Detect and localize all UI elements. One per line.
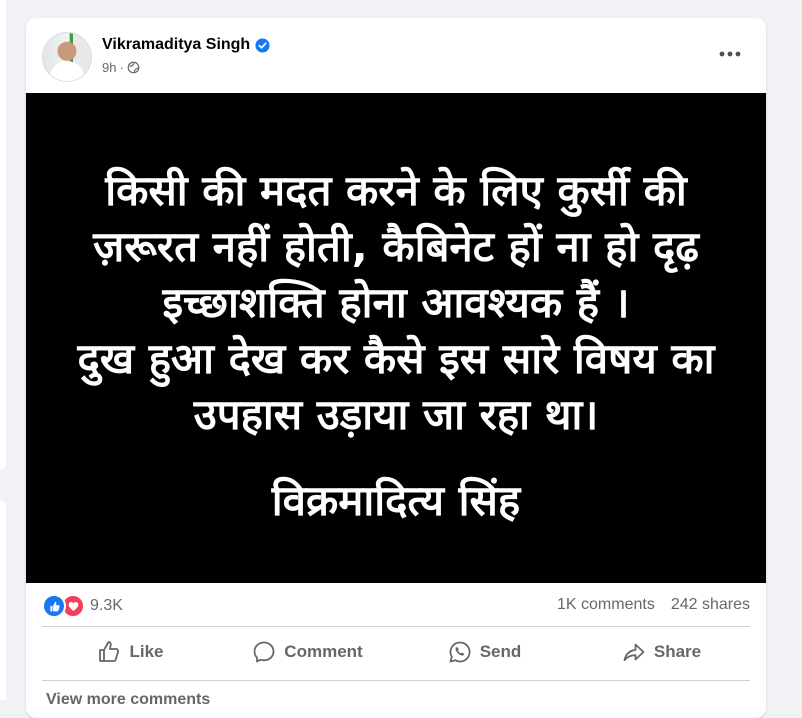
whatsapp-icon (449, 641, 471, 663)
sidebar-edge-top (0, 0, 6, 470)
left-sidebar-edge (0, 0, 8, 700)
quote-signature: विक्रमादित्य सिंह (271, 476, 521, 525)
engagement-counts: 1K comments 242 shares (557, 596, 750, 614)
post-card: Vikramaditya Singh 9h · किसी की मदत करने (26, 18, 766, 718)
like-button[interactable]: Like (42, 630, 219, 674)
quote-line: ज़रूरत नहीं होती, कैबिनेट हों ना हो दृढ़ (93, 222, 699, 271)
divider (42, 626, 750, 627)
reaction-count: 9.3K (90, 597, 123, 614)
author-avatar[interactable] (42, 32, 92, 82)
quote-line: इच्छाशक्ति होना आवश्यक हैं । (162, 278, 630, 327)
comment-bubble-icon (253, 641, 275, 663)
comments-count[interactable]: 1K comments (557, 596, 655, 614)
like-label: Like (129, 642, 164, 661)
divider (42, 680, 750, 681)
share-button[interactable]: Share (573, 630, 750, 674)
share-arrow-icon (623, 643, 645, 662)
share-label: Share (653, 642, 702, 661)
like-reaction-icon (42, 594, 66, 618)
author-name[interactable]: Vikramaditya Singh (102, 36, 250, 54)
reactions-summary[interactable]: 9.3K (42, 594, 123, 618)
send-button[interactable]: Send (396, 630, 573, 674)
quote-text: किसी की मदत करने के लिए कुर्सी की ज़रूरत… (26, 163, 766, 443)
verified-badge-icon (255, 37, 270, 53)
globe-icon (127, 61, 140, 74)
author-row: Vikramaditya Singh (102, 36, 270, 54)
post-stats: 9.3K 1K comments 242 shares (42, 592, 750, 620)
post-image[interactable]: किसी की मदत करने के लिए कुर्सी की ज़रूरत… (26, 93, 766, 583)
post-time[interactable]: 9h (102, 60, 116, 75)
post-meta: 9h · (102, 60, 140, 75)
more-options-button[interactable] (716, 40, 744, 68)
comment-label: Comment (284, 642, 363, 661)
thumbs-up-icon (99, 641, 120, 662)
shares-count[interactable]: 242 shares (671, 596, 750, 614)
more-options-icon (719, 51, 741, 57)
post-header: Vikramaditya Singh 9h · (26, 18, 766, 93)
post-actions: Like Comment Send Share (42, 630, 750, 674)
quote-line: किसी की मदत करने के लिए कुर्सी की (105, 166, 687, 215)
quote-line: उपहास उड़ाया जा रहा था। (193, 390, 599, 439)
sidebar-edge-bottom (0, 500, 6, 700)
comment-button[interactable]: Comment (219, 630, 396, 674)
send-label: Send (479, 642, 522, 661)
meta-separator: · (119, 60, 124, 75)
quote-line: दुख हुआ देख कर कैसे इस सारे विषय का (77, 334, 715, 383)
view-more-comments-link[interactable]: View more comments (46, 691, 210, 709)
